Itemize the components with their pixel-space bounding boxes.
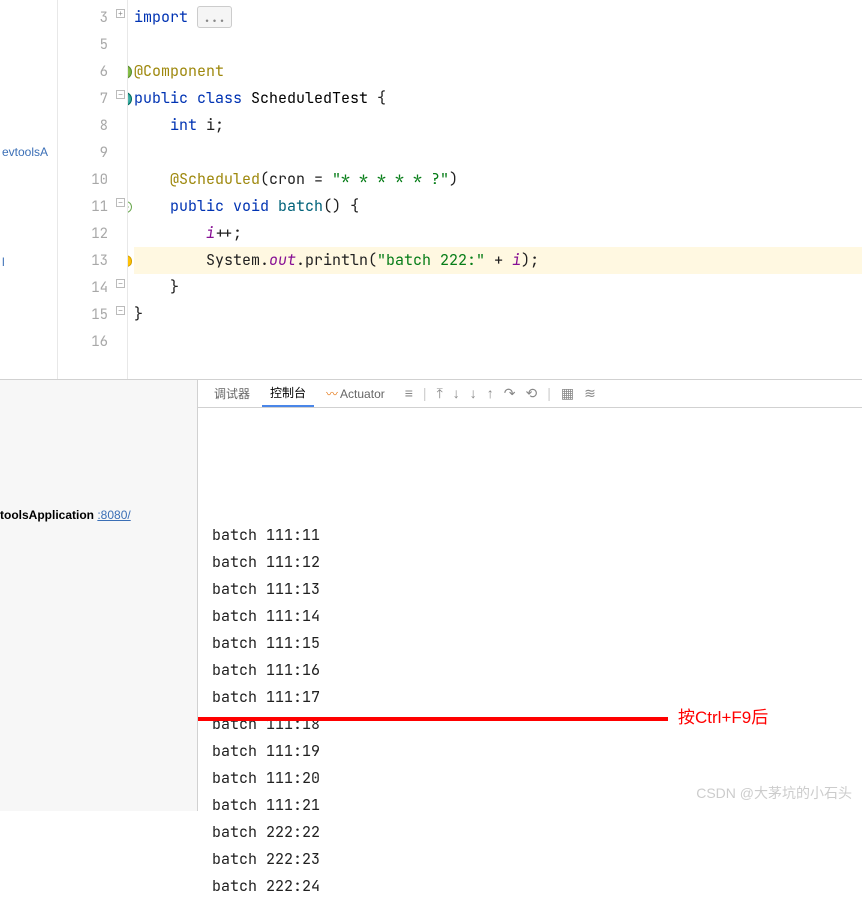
console-toolbar: ≡ | ⤒ ↓ ↓ ↑ ↷ ⟲ | ▦ ≋: [405, 385, 596, 402]
line-number: 6: [100, 63, 108, 81]
app-name: toolsApplication: [0, 508, 94, 522]
scroll-down2-icon[interactable]: ↓: [470, 385, 477, 402]
code-editor[interactable]: import ... @Componentpublic class Schedu…: [128, 0, 862, 379]
console-line: batch 222:23: [212, 846, 848, 873]
clear-icon[interactable]: ⟲: [526, 385, 538, 402]
console-output[interactable]: 按Ctrl+F9后 batch 111:11batch 111:12batch …: [198, 408, 862, 906]
soft-wrap-icon[interactable]: ≡: [405, 385, 413, 402]
console-tab-bar: 调试器 控制台 〰Actuator ≡ | ⤒ ↓ ↓ ↑ ↷ ⟲ | ▦ ≋: [198, 380, 862, 408]
code-line[interactable]: public void batch() {: [134, 193, 862, 220]
fold-column: + − − − −: [114, 0, 128, 379]
line-number: 3: [100, 9, 108, 27]
console-line: batch 111:15: [212, 630, 848, 657]
line-number: 11: [91, 198, 108, 216]
gutter-line[interactable]: 5: [58, 31, 114, 58]
console-line: batch 222:22: [212, 819, 848, 846]
export-icon[interactable]: ↷: [504, 385, 516, 402]
gutter: 3 5 6 7 8 9 10 11 12 13 14 15 16: [58, 0, 114, 379]
code-line[interactable]: i++;: [134, 220, 862, 247]
line-number: 15: [91, 306, 108, 324]
console-panel: 调试器 控制台 〰Actuator ≡ | ⤒ ↓ ↓ ↑ ↷ ⟲ | ▦ ≋ …: [198, 380, 862, 811]
console-line: batch 111:12: [212, 549, 848, 576]
running-app-label[interactable]: toolsApplication :8080/: [0, 508, 131, 522]
line-number: 14: [91, 279, 108, 297]
tab-actuator[interactable]: 〰Actuator: [318, 381, 393, 406]
gutter-line[interactable]: 3: [58, 4, 114, 31]
gutter-line[interactable]: 12: [58, 220, 114, 247]
gutter-line[interactable]: 7: [58, 85, 114, 112]
line-number: 16: [91, 333, 108, 351]
line-number: 9: [100, 144, 108, 162]
scroll-up-icon[interactable]: ↑: [487, 385, 494, 402]
console-line: batch 111:19: [212, 738, 848, 765]
gutter-line[interactable]: 16: [58, 328, 114, 355]
filter-icon[interactable]: ≋: [584, 385, 596, 402]
project-sidebar: evtoolsA l: [0, 0, 58, 379]
fold-toggle[interactable]: −: [116, 306, 125, 315]
gutter-line[interactable]: 15: [58, 301, 114, 328]
tab-debugger[interactable]: 调试器: [206, 381, 258, 406]
gutter-line[interactable]: 10: [58, 166, 114, 193]
line-number: 7: [100, 90, 108, 108]
app-port-link[interactable]: :8080/: [97, 508, 130, 522]
line-number: 5: [100, 36, 108, 54]
code-line[interactable]: [134, 139, 862, 166]
code-line[interactable]: public class ScheduledTest {: [134, 85, 862, 112]
tab-console[interactable]: 控制台: [262, 380, 314, 407]
sidebar-file-label[interactable]: l: [2, 255, 5, 269]
gutter-line[interactable]: 8: [58, 112, 114, 139]
scroll-down-icon[interactable]: ↓: [453, 385, 460, 402]
code-line[interactable]: import ...: [134, 4, 862, 31]
console-line: batch 111:11: [212, 522, 848, 549]
code-line[interactable]: [134, 31, 862, 58]
editor-area: evtoolsA l 3 5 6 7 8 9 10 11 12 13 14 15 16 + − − − − im…: [0, 0, 862, 380]
console-line: batch 111:16: [212, 657, 848, 684]
grid-icon[interactable]: ▦: [561, 385, 574, 402]
actuator-icon: 〰: [326, 385, 338, 402]
bottom-pane: toolsApplication :8080/ 调试器 控制台 〰Actuato…: [0, 380, 862, 811]
gutter-line[interactable]: 11: [58, 193, 114, 220]
code-line[interactable]: @Scheduled(cron = "* * * * * ?"): [134, 166, 862, 193]
console-line: batch 111:14: [212, 603, 848, 630]
line-number: 8: [100, 117, 108, 135]
code-line[interactable]: @Component: [134, 58, 862, 85]
gutter-line[interactable]: 6: [58, 58, 114, 85]
code-line[interactable]: [134, 328, 862, 355]
fold-toggle[interactable]: +: [116, 9, 125, 18]
fold-toggle[interactable]: −: [116, 90, 125, 99]
fold-toggle[interactable]: −: [116, 198, 125, 207]
annotation-line: [198, 717, 668, 721]
gutter-line[interactable]: 14: [58, 274, 114, 301]
console-line: batch 222:24: [212, 873, 848, 900]
line-number: 13: [91, 252, 108, 270]
gutter-line[interactable]: 13: [58, 247, 114, 274]
scroll-top-icon[interactable]: ⤒: [437, 385, 443, 402]
annotation-text: 按Ctrl+F9后: [678, 704, 768, 731]
code-line[interactable]: }: [134, 301, 862, 328]
run-configs-panel: toolsApplication :8080/: [0, 380, 198, 811]
console-line: batch 111:13: [212, 576, 848, 603]
gutter-line[interactable]: 9: [58, 139, 114, 166]
watermark: CSDN @大茅坑的小石头: [696, 783, 852, 803]
code-line[interactable]: int i;: [134, 112, 862, 139]
fold-toggle[interactable]: −: [116, 279, 125, 288]
tab-label: Actuator: [340, 387, 385, 401]
sidebar-file-label[interactable]: evtoolsA: [2, 145, 48, 159]
line-number: 10: [91, 171, 108, 189]
code-line[interactable]: System.out.println("batch 222:" + i);: [134, 247, 862, 274]
code-line[interactable]: }: [134, 274, 862, 301]
line-number: 12: [91, 225, 108, 243]
